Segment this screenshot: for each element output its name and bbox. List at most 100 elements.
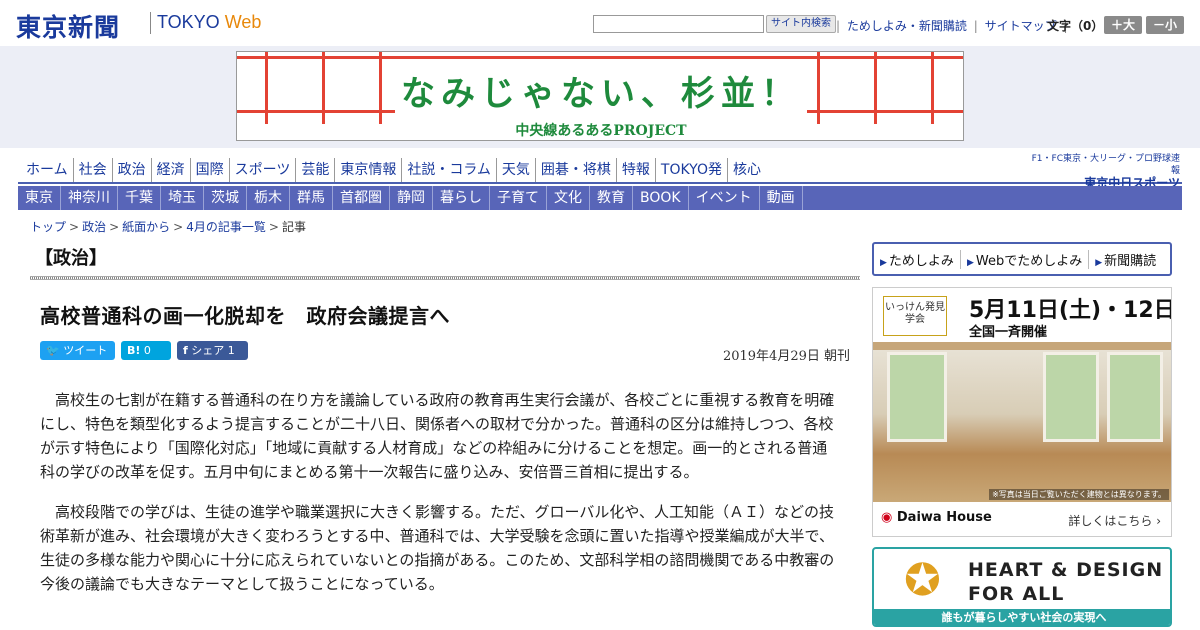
breadcrumb-separator: > — [109, 220, 120, 234]
breadcrumb-current: 記事 — [281, 220, 306, 234]
utility-links: | ためしよみ・新聞購読 | サイトマップ | — [833, 17, 1070, 34]
nav-go-shogi[interactable]: 囲碁・将棋 — [536, 158, 617, 182]
nav-tokyo-info[interactable]: 東京情報 — [335, 158, 403, 182]
ad-dates: 5月11日(土)・12日(日) — [969, 298, 1171, 323]
photo-window — [1107, 352, 1163, 442]
breadcrumb-top[interactable]: トップ — [30, 220, 66, 234]
nav-society[interactable]: 社会 — [74, 158, 113, 182]
twitter-bird-icon: 🐦 — [46, 344, 60, 357]
logo-tokyo: TOKYO — [157, 12, 220, 32]
subscribe-link[interactable]: ためしよみ・新聞購読 — [847, 19, 967, 33]
breadcrumb-print[interactable]: 紙面から — [122, 220, 170, 234]
ad-banner[interactable]: なみじゃない、杉並！ 中央線あるあるPROJECT — [236, 51, 964, 141]
font-smaller-button[interactable]: －小 — [1146, 16, 1184, 34]
subscription-links: ▶ ためしよみ ▶ Webでためしよみ ▶ 新聞購読 — [872, 242, 1172, 276]
breadcrumb-politics[interactable]: 政治 — [82, 220, 106, 234]
heart-design-ad[interactable]: ✪ HEART & DESIGN FOR ALL 誰もが暮らしやすい社会の実現へ — [872, 547, 1172, 627]
ad2-footer: 誰もが暮らしやすい社会の実現へ — [874, 609, 1170, 625]
hatena-count: 0 — [143, 344, 151, 357]
ad-more-link: 詳しくはこちら › — [1068, 514, 1161, 528]
chunichi-sports-logo[interactable]: F1・FC東京・大リーグ・プロ野球速報 東京中日スポーツ — [1024, 153, 1180, 189]
section-title: 【政治】 — [35, 248, 107, 269]
nav-special-report[interactable]: 特報 — [617, 158, 656, 182]
facebook-f-icon: f — [183, 344, 188, 357]
nav-sports[interactable]: スポーツ — [230, 158, 297, 182]
site-logo[interactable]: 東京新聞 — [16, 8, 120, 44]
article-paragraph: 高校生の七割が在籍する普通科の在り方を議論している政府の教育再生実行会議が、各校… — [40, 391, 835, 481]
breadcrumb-separator: > — [173, 220, 184, 234]
nav-editorial[interactable]: 社説・コラム — [402, 158, 497, 182]
sports-logo-tagline: F1・FC東京・大リーグ・プロ野球速報 — [1031, 154, 1180, 176]
daiwa-logo-icon: ◉ — [881, 510, 893, 525]
nav-tokyo-hatsu[interactable]: TOKYO発 — [656, 158, 728, 182]
tweet-label: ツイート — [63, 344, 108, 357]
nav-entertainment[interactable]: 芸能 — [296, 158, 336, 182]
nav-metropolitan[interactable]: 首都圏 — [333, 186, 390, 210]
nav-economy[interactable]: 経済 — [152, 158, 191, 182]
nav-chiba[interactable]: 千葉 — [118, 186, 161, 210]
article-body: 高校生の七割が在籍する普通科の在り方を議論している政府の教育再生実行会議が、各校… — [40, 388, 840, 612]
facebook-share-count: 1 — [227, 344, 235, 357]
triangle-right-icon: ▶ — [880, 257, 887, 268]
nav-core[interactable]: 核心 — [728, 158, 766, 182]
primary-nav: ホーム 社会 政治 経済 国際 スポーツ 芸能 東京情報 社説・コラム 天気 囲… — [22, 158, 766, 182]
ad-badge: いっけん発見学会 — [883, 296, 947, 336]
sitemap-link[interactable]: サイトマップ — [985, 19, 1057, 33]
breadcrumb-april-list[interactable]: 4月の記事一覧 — [186, 220, 266, 234]
nav-ibaraki[interactable]: 茨城 — [204, 186, 247, 210]
nav-politics[interactable]: 政治 — [113, 158, 152, 182]
nav-tokyo[interactable]: 東京 — [18, 186, 61, 210]
ad-subtitle: 全国一斉開催 — [969, 325, 1048, 340]
newspaper-subscribe-link[interactable]: ▶ 新聞購読 — [1089, 250, 1162, 269]
font-size-label: 文字（0） — [1047, 19, 1104, 33]
nav-gunma[interactable]: 群馬 — [290, 186, 333, 210]
nav-shizuoka[interactable]: 静岡 — [390, 186, 433, 210]
article-headline: 高校普通科の画一化脱却を 政府会議提言へ — [40, 304, 450, 328]
separator: | — [836, 19, 841, 33]
triangle-right-icon: ▶ — [1095, 257, 1103, 268]
nav-events[interactable]: イベント — [689, 186, 760, 210]
nav-living[interactable]: 暮らし — [433, 186, 490, 210]
star-logo-icon: ✪ — [904, 555, 941, 606]
section-divider — [30, 276, 860, 280]
triangle-right-icon: ▶ — [966, 257, 974, 268]
nav-book[interactable]: BOOK — [633, 186, 689, 210]
article-paragraph: 高校段階での学びは、生徒の進学や職業選択に大きく影響する。ただ、グローバル化や、… — [40, 503, 835, 593]
web-trial-link[interactable]: ▶ Webでためしよみ — [961, 249, 1090, 269]
nav-international[interactable]: 国際 — [191, 158, 230, 182]
nav-video[interactable]: 動画 — [760, 186, 803, 210]
banner-rule — [237, 56, 963, 59]
site-search-button[interactable]: サイト内検索 — [766, 15, 836, 33]
search-input[interactable] — [593, 15, 764, 33]
secondary-nav: 東京 神奈川 千葉 埼玉 茨城 栃木 群馬 首都圏 静岡 暮らし 子育て 文化 … — [18, 186, 1182, 210]
nav-parenting[interactable]: 子育て — [490, 186, 547, 210]
nav-tochigi[interactable]: 栃木 — [247, 186, 290, 210]
photo-beam — [873, 342, 1171, 350]
interior-photo: ※写真は当日ご覧いただく建物とは異なります。 — [873, 342, 1171, 502]
logo-divider — [150, 12, 151, 34]
nav-home[interactable]: ホーム — [22, 158, 74, 182]
photo-note: ※写真は当日ご覧いただく建物とは異なります。 — [989, 489, 1169, 500]
banner-title: なみじゃない、杉並！ — [237, 66, 963, 115]
daiwa-house-ad[interactable]: いっけん発見学会 5月11日(土)・12日(日) 全国一斉開催 ※写真は当日ご覧… — [872, 287, 1172, 537]
logo-subtitle[interactable]: TOKYO Web — [157, 12, 261, 33]
nav-kanagawa[interactable]: 神奈川 — [61, 186, 118, 210]
nav-divider — [18, 182, 1182, 184]
nav-education[interactable]: 教育 — [590, 186, 633, 210]
hatena-bookmark-button[interactable]: B! 0 — [121, 341, 171, 360]
trial-reading-link[interactable]: ▶ ためしよみ — [874, 249, 961, 269]
article-date: 2019年4月29日 朝刊 — [722, 349, 850, 364]
facebook-share-label: シェア — [191, 344, 225, 357]
ad2-line2: FOR ALL — [968, 583, 1065, 605]
font-larger-button[interactable]: ＋大 — [1104, 16, 1142, 34]
breadcrumb-separator: > — [69, 220, 80, 234]
facebook-share-button[interactable]: f シェア 1 — [177, 341, 248, 360]
nav-culture[interactable]: 文化 — [547, 186, 590, 210]
photo-window — [887, 352, 947, 442]
banner-subtitle: 中央線あるあるPROJECT — [515, 123, 687, 139]
nav-saitama[interactable]: 埼玉 — [161, 186, 204, 210]
nav-weather[interactable]: 天気 — [497, 158, 536, 182]
daiwa-house-logo: ◉ Daiwa House — [881, 510, 992, 525]
tweet-button[interactable]: 🐦 ツイート — [40, 341, 115, 360]
site-header: 東京新聞 TOKYO Web サイト内検索 | ためしよみ・新聞購読 | サイト… — [0, 0, 1200, 46]
